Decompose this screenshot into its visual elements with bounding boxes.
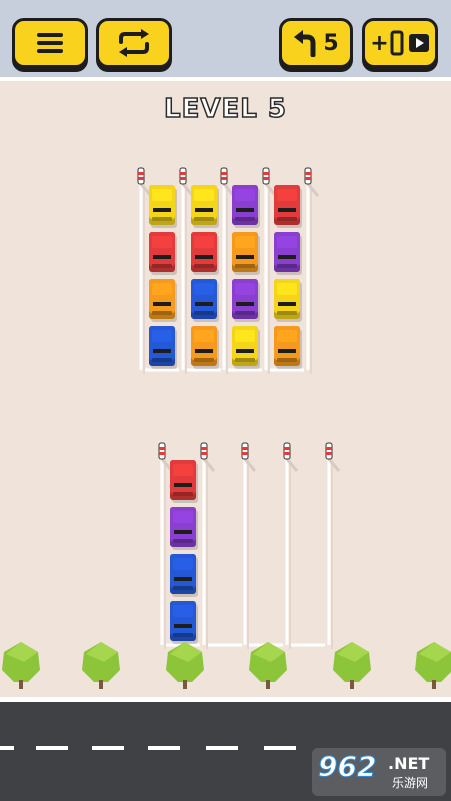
traffic-cone bbox=[325, 442, 333, 460]
traffic-cone bbox=[241, 442, 249, 460]
traffic-cone-stripe bbox=[284, 447, 290, 450]
traffic-cone bbox=[220, 167, 228, 185]
traffic-cone-stripe bbox=[221, 177, 227, 180]
car bbox=[191, 232, 219, 275]
car bbox=[149, 279, 177, 322]
car bbox=[274, 279, 302, 322]
car bbox=[149, 232, 177, 275]
tree-icon bbox=[2, 642, 40, 689]
car[interactable] bbox=[191, 185, 219, 228]
car[interactable] bbox=[232, 185, 260, 228]
car bbox=[191, 326, 219, 369]
car[interactable] bbox=[149, 185, 177, 228]
traffic-cone-stripe bbox=[159, 452, 165, 455]
car bbox=[274, 326, 302, 369]
traffic-cone-stripe bbox=[263, 172, 269, 175]
traffic-cone-stripe bbox=[180, 172, 186, 175]
car bbox=[232, 232, 260, 275]
tree-icon bbox=[415, 642, 451, 689]
car bbox=[170, 554, 198, 597]
traffic-cone bbox=[304, 167, 312, 185]
car bbox=[232, 326, 260, 369]
tree-icon bbox=[333, 642, 371, 689]
road-dash bbox=[36, 746, 68, 750]
road-dash bbox=[92, 746, 124, 750]
traffic-cone-stripe bbox=[138, 177, 144, 180]
road-dash bbox=[0, 746, 14, 750]
traffic-cone-stripe bbox=[138, 172, 144, 175]
traffic-cone-stripe bbox=[242, 452, 248, 455]
traffic-cone-stripe bbox=[201, 452, 207, 455]
car bbox=[149, 326, 177, 369]
traffic-cone bbox=[179, 167, 187, 185]
car bbox=[170, 601, 198, 644]
traffic-cone bbox=[283, 442, 291, 460]
tree-icon bbox=[249, 642, 287, 689]
watermark-domain: .NET bbox=[388, 754, 430, 773]
tree-icon bbox=[82, 642, 120, 689]
car bbox=[170, 507, 198, 550]
traffic-cone-stripe bbox=[326, 447, 332, 450]
car bbox=[232, 279, 260, 322]
car bbox=[274, 232, 302, 275]
watermark: 962 .NET 乐游网 bbox=[312, 748, 446, 796]
traffic-cone-stripe bbox=[284, 452, 290, 455]
road-dash bbox=[206, 746, 238, 750]
car bbox=[191, 279, 219, 322]
road-dash bbox=[148, 746, 180, 750]
traffic-cone bbox=[200, 442, 208, 460]
car[interactable] bbox=[274, 185, 302, 228]
traffic-cone-stripe bbox=[180, 177, 186, 180]
traffic-cone bbox=[262, 167, 270, 185]
traffic-cone-stripe bbox=[159, 447, 165, 450]
traffic-cone bbox=[137, 167, 145, 185]
watermark-chinese: 乐游网 bbox=[392, 776, 429, 790]
parking-area bbox=[137, 167, 341, 649]
traffic-cone-stripe bbox=[263, 177, 269, 180]
road-dash bbox=[264, 746, 296, 750]
traffic-cone-stripe bbox=[221, 172, 227, 175]
traffic-cone-stripe bbox=[326, 452, 332, 455]
watermark-number: 962 bbox=[317, 750, 377, 784]
tree-icon bbox=[166, 642, 204, 689]
car[interactable] bbox=[170, 460, 198, 503]
traffic-cone-stripe bbox=[305, 172, 311, 175]
traffic-cone-stripe bbox=[242, 447, 248, 450]
traffic-cone bbox=[158, 442, 166, 460]
traffic-cone-stripe bbox=[201, 447, 207, 450]
traffic-cone-stripe bbox=[305, 177, 311, 180]
